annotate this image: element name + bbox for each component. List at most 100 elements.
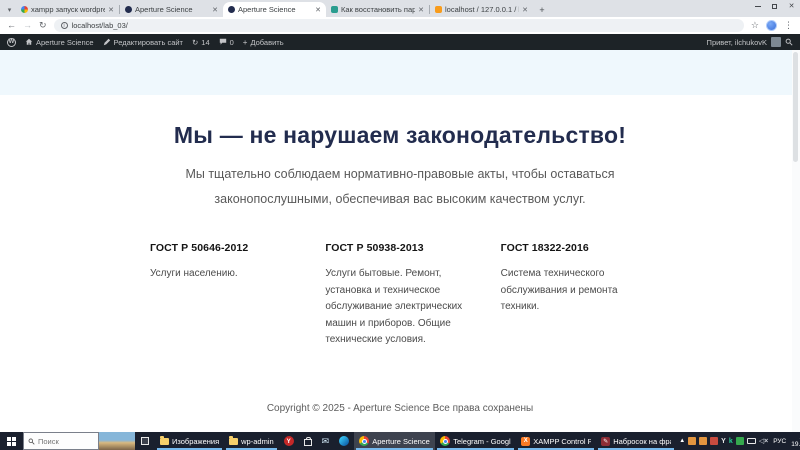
plus-icon: + [243,38,248,47]
search-highlight-image[interactable] [99,432,135,450]
yandex-icon: Y [284,436,294,446]
folder-icon [160,438,169,445]
window-minimize-button[interactable] [749,0,766,13]
xampp-icon: X [521,437,530,446]
wordpress-logo-icon[interactable]: W [7,38,16,47]
tab-password-help[interactable]: Как восстановить пароль ад... ✕ [326,2,429,17]
tray-expand-icon[interactable]: ▲ [679,438,685,444]
window-controls: ✕ [749,0,800,13]
wp-admin-bar: W Aperture Science Редактировать сайт ↻ … [0,34,800,50]
browser-menu-icon[interactable]: ⋮ [784,20,793,31]
standard-title: ГОСТ Р 50646-2012 [150,242,305,254]
phpmyadmin-favicon [435,6,442,13]
tab-title: Как восстановить пароль ад... [341,5,415,14]
site-info-icon[interactable]: i [61,22,68,29]
standard-title: ГОСТ Р 50938-2013 [325,242,480,254]
tray-yandex-icon[interactable]: Y [721,438,726,445]
back-icon[interactable]: ← [7,21,16,30]
taskbar-app-edge[interactable] [334,432,354,450]
tray-app-icon[interactable] [688,437,696,445]
adminbar-account-area: Привет, ilchukovK [707,37,793,47]
adminbar-comments[interactable]: 0 [219,38,234,47]
adminbar-add-new[interactable]: + Добавить [243,38,284,47]
start-button[interactable] [0,432,23,450]
search-icon[interactable] [785,38,793,46]
microsoft-store-icon [304,439,312,446]
windows-logo-icon [7,437,16,446]
tray-app-icon[interactable] [736,437,744,445]
tab-close-icon[interactable]: ✕ [418,6,424,14]
tray-app-icon[interactable] [699,437,707,445]
forward-icon[interactable]: → [23,21,32,30]
google-favicon [21,6,28,13]
tab-close-icon[interactable]: ✕ [108,6,114,14]
new-tab-button[interactable]: + [535,3,549,17]
aperture-favicon [228,6,235,13]
updates-icon: ↻ [192,38,198,47]
windows-taskbar: Изображения wp-admin Y ✉ Aperture Scienc… [0,432,800,450]
tab-close-icon[interactable]: ✕ [315,6,321,14]
taskbar-app-images[interactable]: Изображения [155,432,224,450]
adminbar-greeting[interactable]: Привет, ilchukovK [707,38,767,47]
window-maximize-button[interactable] [766,0,783,13]
volume-icon[interactable]: ◁× [759,438,768,445]
tab-title: Aperture Science [238,5,312,14]
clock-date: 19.12.2025 [791,441,800,449]
tab-aperture-1[interactable]: Aperture Science ✕ [120,2,223,17]
tab-close-icon[interactable]: ✕ [212,6,218,14]
bookmark-star-icon[interactable]: ☆ [751,20,759,31]
tray-kaspersky-icon[interactable]: k [729,438,733,445]
mail-icon: ✉ [322,437,330,446]
taskbar-search-input[interactable] [38,437,94,446]
site-favicon [331,6,338,13]
taskbar-clock[interactable]: 13:12 19.12.2025 [791,434,800,449]
tray-app-icon[interactable] [710,437,718,445]
tab-phpmyadmin[interactable]: localhost / 127.0.0.1 / lab_03_... ✕ [430,2,533,17]
taskbar-app-yandex[interactable]: Y [279,432,299,450]
tab-close-icon[interactable]: ✕ [522,6,528,14]
folder-icon [229,438,238,445]
adminbar-updates[interactable]: ↻ 14 [192,38,210,47]
taskbar-app-mail[interactable]: ✉ [317,432,335,450]
tab-title: Aperture Science [135,5,209,14]
taskbar-app-wp-admin[interactable]: wp-admin [224,432,279,450]
desktop-screen: ▾ xampp запуск wordpress - По... ✕ Apert… [0,0,800,450]
scrollbar-thumb[interactable] [793,52,798,162]
network-display-icon[interactable] [747,438,756,444]
taskbar-app-snip-sketch[interactable]: ✎ Набросок на фра... [596,432,676,450]
browser-tab-bar: ▾ xampp запуск wordpress - По... ✕ Apert… [0,0,800,17]
aperture-favicon [125,6,132,13]
standards-columns: ГОСТ Р 50646-2012 Услуги населению. ГОСТ… [150,242,656,349]
taskbar-search[interactable] [23,432,99,450]
window-close-button[interactable]: ✕ [783,0,800,13]
home-icon [25,38,33,46]
browser-toolbar: ← → ↻ i localhost/lab_03/ ☆ ⋮ [0,17,800,34]
standard-description: Система технического обслуживания и ремо… [501,266,656,316]
user-avatar[interactable] [771,37,781,47]
language-indicator[interactable]: РУС [771,438,788,445]
brush-icon [103,38,111,46]
tab-xampp-search[interactable]: xampp запуск wordpress - По... ✕ [16,2,119,17]
taskbar-app-store[interactable] [299,432,317,450]
profile-avatar[interactable] [766,20,777,31]
page-subtitle: Мы тщательно соблюдаем нормативно-правов… [183,162,617,212]
reload-icon[interactable]: ↻ [39,21,47,30]
address-bar[interactable]: i localhost/lab_03/ [54,19,744,32]
scrollbar[interactable] [792,50,800,432]
adminbar-edit-site[interactable]: Редактировать сайт [103,38,183,47]
tab-aperture-active[interactable]: Aperture Science ✕ [223,2,326,17]
standard-description: Услуги населению. [150,266,305,283]
url-text[interactable]: localhost/lab_03/ [72,21,128,30]
taskbar-app-chrome-telegram[interactable]: Telegram - Google... [435,432,516,450]
search-icon [28,438,35,445]
page-title: Мы — не нарушаем законодательство! [0,122,800,149]
taskbar-app-chrome-aperture[interactable]: Aperture Science - ... [354,432,435,450]
chrome-icon [440,436,450,446]
adminbar-site-name[interactable]: Aperture Science [25,38,94,47]
page-content: Мы — не нарушаем законодательство! Мы тщ… [0,50,800,432]
taskbar-app-xampp[interactable]: X XAMPP Control Pa... [516,432,596,450]
snip-sketch-icon: ✎ [601,437,610,446]
task-view-button[interactable] [135,432,155,450]
tab-search-chevron-icon[interactable]: ▾ [3,2,16,17]
chrome-icon [359,436,369,446]
